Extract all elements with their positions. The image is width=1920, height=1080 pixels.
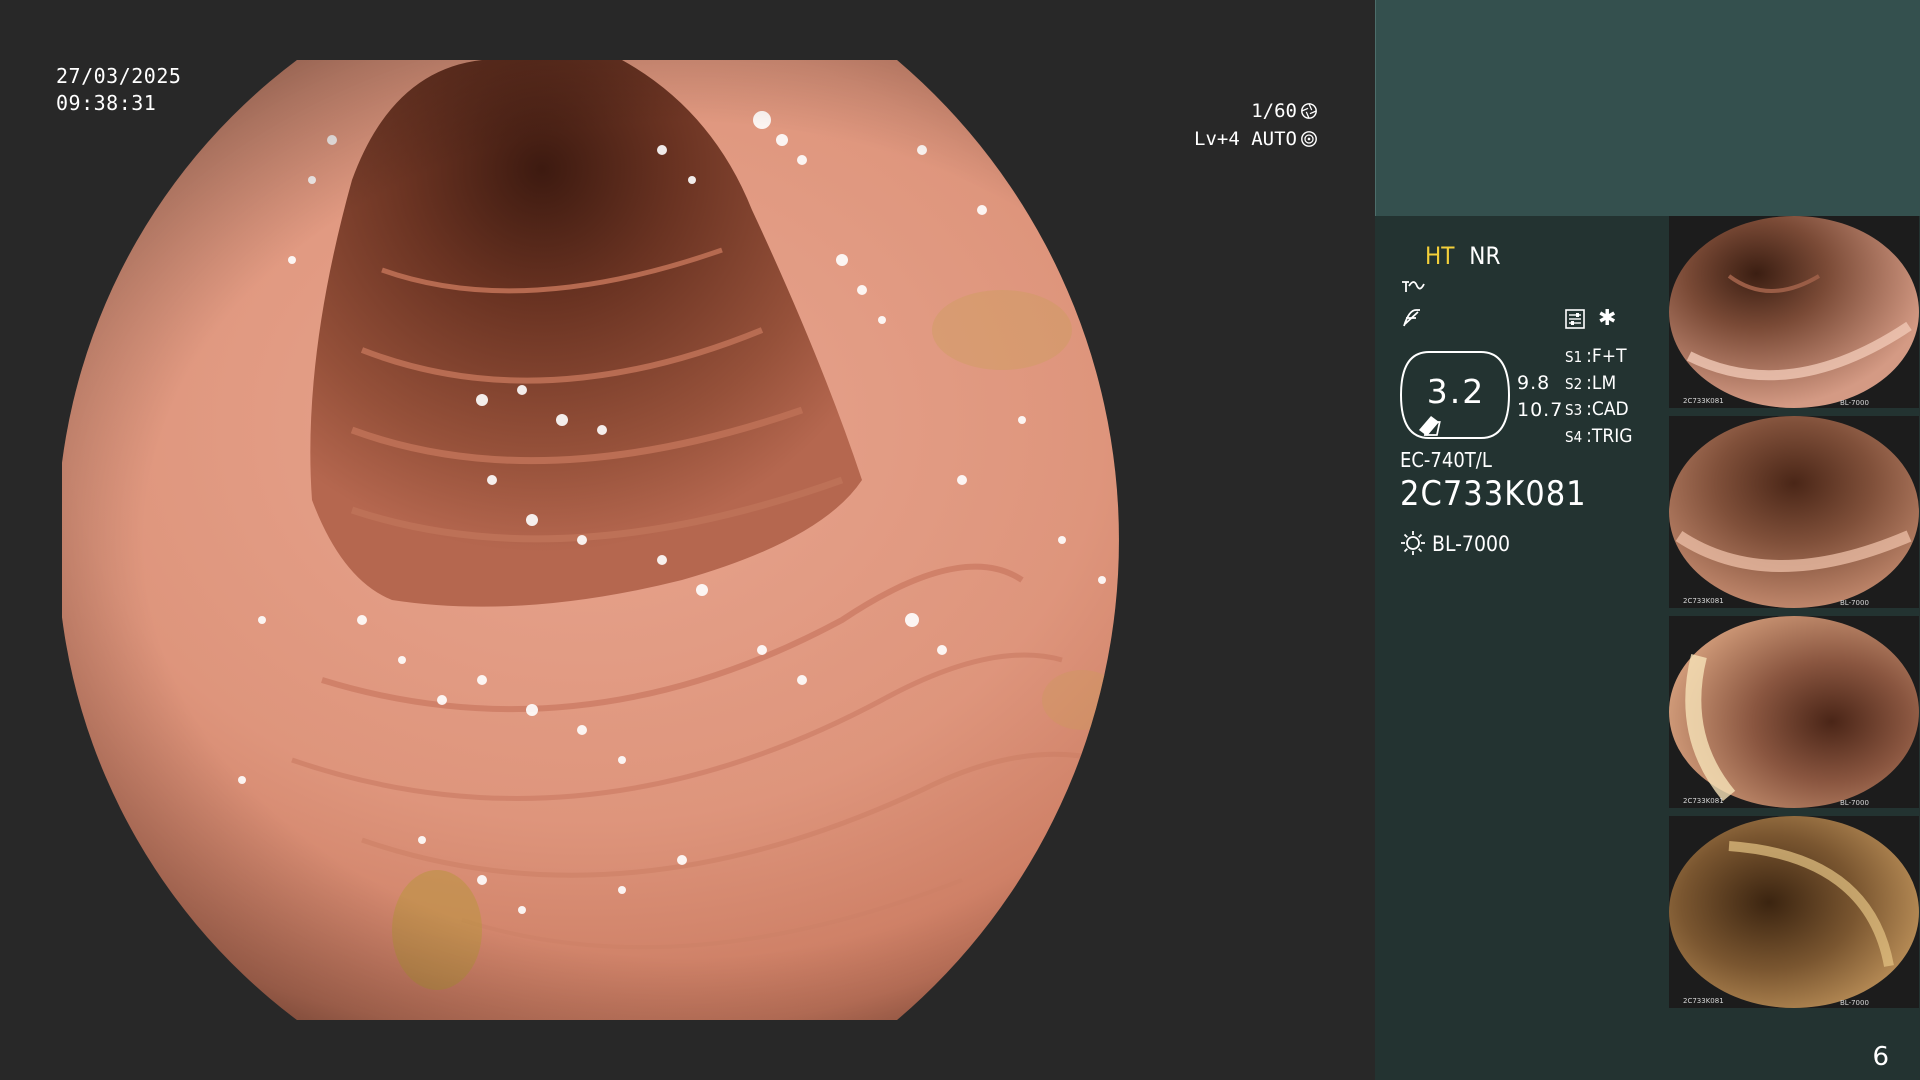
- switch-row: S4:TRIG: [1565, 424, 1633, 447]
- capture-thumbnail[interactable]: 2C733K081 BL-7000: [1669, 416, 1919, 608]
- thumbnail-serial: 2C733K081: [1683, 397, 1724, 405]
- switch-row: S3:CAD: [1565, 398, 1629, 420]
- switch-row: S2:LM: [1565, 371, 1617, 394]
- capture-thumbnail[interactable]: 2C733K081 BL-7000: [1669, 816, 1919, 1008]
- zoom-value: 3.2: [1426, 372, 1486, 411]
- capture-thumbnail[interactable]: 2C733K081 BL-7000: [1669, 216, 1919, 408]
- capture-thumbnail[interactable]: 2C733K081 BL-7000: [1669, 616, 1919, 808]
- iris-icon: [1301, 131, 1317, 147]
- thumbnail-light: BL-7000: [1840, 999, 1869, 1007]
- thumbnail-serial: 2C733K081: [1683, 997, 1724, 1005]
- thumbnail-light: BL-7000: [1840, 799, 1869, 807]
- settings-panel-icon: [1565, 309, 1585, 329]
- thumbnail-image: [1669, 616, 1919, 808]
- thumbnail-image: [1669, 816, 1919, 1008]
- aperture-icon: [1301, 103, 1317, 119]
- zoom-sub-values: 9.8 10.7: [1517, 370, 1563, 424]
- filter-icon: [1403, 309, 1420, 327]
- thumbnail-light: BL-7000: [1840, 399, 1869, 407]
- nr-mode: NR: [1469, 242, 1501, 270]
- light-source-model: BL-7000: [1432, 532, 1511, 556]
- switch-assignments: S1:F+T S2:LM S3:CAD S4:TRIG: [1565, 344, 1633, 450]
- switch-row: S1:F+T: [1565, 345, 1627, 367]
- asterisk-icon: ✱: [1598, 306, 1617, 331]
- camera-settings: 1/60 Lv+4 AUTO: [1194, 97, 1318, 153]
- thumbnail-image: [1669, 216, 1919, 408]
- light-source-row: BL-7000: [1400, 530, 1510, 556]
- thumbnail-serial: 2C733K081: [1683, 597, 1724, 605]
- image-mode-row: HT NR: [1425, 242, 1500, 270]
- thumbnail-serial: 2C733K081: [1683, 797, 1724, 805]
- info-panel-header: [1375, 0, 1920, 216]
- thumbnail-image: [1669, 416, 1919, 608]
- scope-serial: 2C733K081: [1400, 474, 1587, 514]
- light-source-icon: [1401, 531, 1425, 555]
- zoom-sub-2: 10.7: [1517, 399, 1564, 421]
- page-number: 6: [1872, 1042, 1889, 1072]
- endoscopic-view: [62, 60, 1119, 1020]
- shutter-speed: 1/60: [1251, 100, 1297, 122]
- brightness-level: Lv+4: [1194, 128, 1240, 150]
- ht-mode: HT: [1425, 242, 1455, 270]
- enhance-curve-icon: [1402, 281, 1425, 292]
- exposure-mode: AUTO: [1251, 128, 1297, 150]
- zoom-sub-1: 9.8: [1517, 372, 1551, 394]
- scope-model: EC-740T/L: [1400, 448, 1492, 472]
- thumbnail-light: BL-7000: [1840, 599, 1869, 607]
